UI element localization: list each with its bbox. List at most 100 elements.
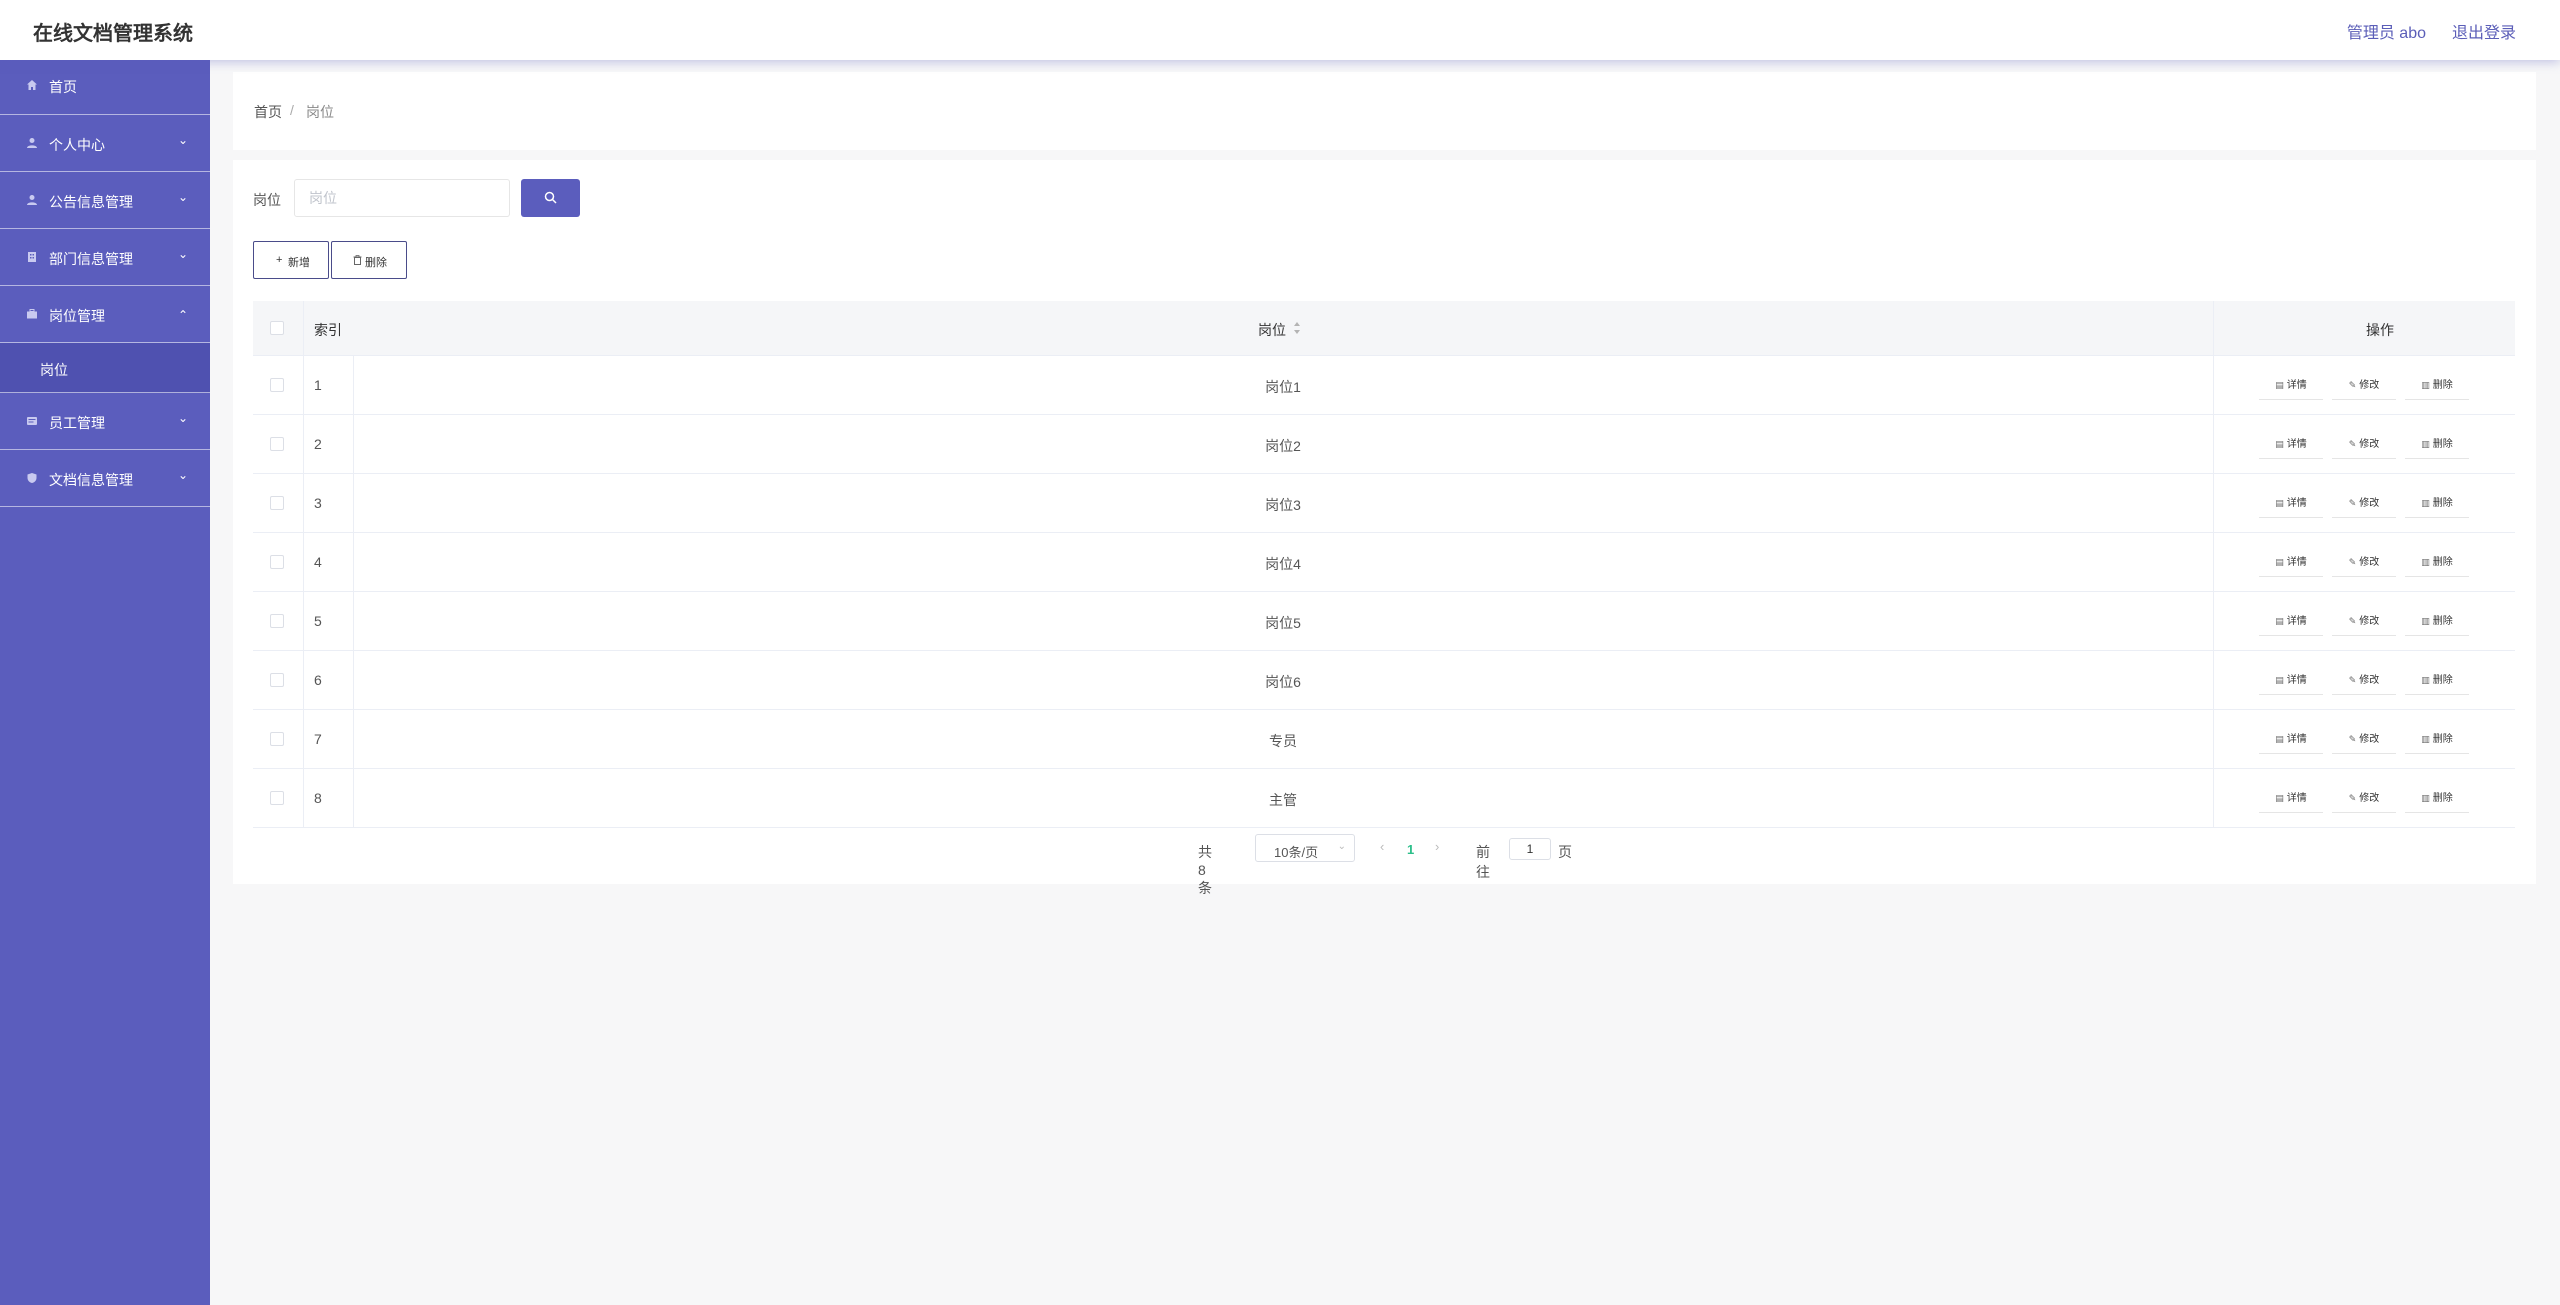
page-size-select[interactable]: 10条/页 ⌄	[1255, 834, 1355, 862]
cell-index: 2	[314, 436, 322, 452]
delete-button[interactable]: ▥ 删除	[2405, 725, 2469, 754]
edit-icon: ✎	[2348, 616, 2357, 626]
column-divider	[2213, 474, 2214, 532]
cell-position: 岗位4	[1265, 556, 1301, 572]
row-checkbox[interactable]	[270, 673, 284, 687]
add-button[interactable]: + 新增	[253, 241, 329, 279]
next-page-button[interactable]: ›	[1435, 839, 1439, 854]
detail-label: 详情	[2286, 675, 2307, 686]
table-row: 8 主管 ▤ 详情 ✎ 修改 ▥ 删除	[253, 769, 2515, 828]
select-all-checkbox[interactable]	[270, 321, 284, 335]
column-divider	[2213, 356, 2214, 414]
search-button[interactable]	[521, 179, 580, 217]
batch-delete-button[interactable]: 删除	[331, 241, 407, 279]
detail-button[interactable]: ▤ 详情	[2259, 666, 2323, 695]
detail-button[interactable]: ▤ 详情	[2259, 489, 2323, 518]
document-icon: ▤	[2275, 439, 2284, 449]
edit-button[interactable]: ✎ 修改	[2332, 371, 2396, 400]
detail-button[interactable]: ▤ 详情	[2259, 725, 2323, 754]
sidebar-item-home[interactable]: 首页	[0, 60, 210, 115]
detail-label: 详情	[2286, 616, 2307, 627]
edit-button[interactable]: ✎ 修改	[2332, 430, 2396, 459]
goto-label: 前往	[1476, 844, 1490, 880]
detail-label: 详情	[2286, 793, 2307, 804]
delete-label: 删除	[2432, 793, 2453, 804]
sort-icon[interactable]	[1292, 319, 1302, 337]
edit-label: 修改	[2359, 616, 2380, 627]
delete-button[interactable]: ▥ 删除	[2405, 430, 2469, 459]
delete-button[interactable]: ▥ 删除	[2405, 607, 2469, 636]
sidebar-item-notice[interactable]: 公告信息管理 ⌄	[0, 172, 210, 229]
column-divider	[2213, 592, 2214, 650]
edit-button[interactable]: ✎ 修改	[2332, 725, 2396, 754]
sidebar-item-department[interactable]: 部门信息管理 ⌄	[0, 229, 210, 286]
sidebar-item-document[interactable]: 文档信息管理 ⌄	[0, 450, 210, 507]
column-header-position[interactable]: 岗位	[1258, 320, 1286, 340]
document-icon: ▤	[2275, 380, 2284, 390]
edit-button[interactable]: ✎ 修改	[2332, 489, 2396, 518]
sidebar-item-employee[interactable]: 员工管理 ⌄	[0, 393, 210, 450]
document-icon: ▤	[2275, 557, 2284, 567]
detail-label: 详情	[2286, 439, 2307, 450]
detail-button[interactable]: ▤ 详情	[2259, 371, 2323, 400]
edit-button[interactable]: ✎ 修改	[2332, 548, 2396, 577]
edit-button[interactable]: ✎ 修改	[2332, 666, 2396, 695]
trash-icon: ▥	[2421, 557, 2430, 567]
detail-label: 详情	[2286, 380, 2307, 391]
position-table: 索引 岗位 操作 1 岗位1 ▤ 详情 ✎ 修改 ▥ 删除 2 岗位2 ▤ 详情 ✎ 修改 ▥ 删除 3 岗位3 ▤…	[253, 301, 2515, 828]
detail-button[interactable]: ▤ 详情	[2259, 430, 2323, 459]
sidebar-item-personal-center[interactable]: 个人中心 ⌄	[0, 115, 210, 172]
detail-button[interactable]: ▤ 详情	[2259, 548, 2323, 577]
delete-button[interactable]: ▥ 删除	[2405, 548, 2469, 577]
row-checkbox[interactable]	[270, 437, 284, 451]
page-number[interactable]: 1	[1407, 842, 1414, 857]
sidebar-subitem-position[interactable]: 岗位	[0, 343, 210, 393]
row-checkbox[interactable]	[270, 614, 284, 628]
column-divider	[303, 710, 304, 768]
breadcrumb-home[interactable]: 首页	[254, 102, 282, 122]
edit-icon: ✎	[2348, 439, 2357, 449]
column-divider	[2213, 415, 2214, 473]
row-checkbox[interactable]	[270, 791, 284, 805]
trash-icon: ▥	[2421, 616, 2430, 626]
edit-icon: ✎	[2348, 557, 2357, 567]
prev-page-button[interactable]: ‹	[1380, 839, 1384, 854]
row-checkbox[interactable]	[270, 378, 284, 392]
current-user: 管理员 abo	[2346, 25, 2426, 42]
delete-button[interactable]: ▥ 删除	[2405, 489, 2469, 518]
detail-label: 详情	[2286, 557, 2307, 568]
cell-index: 1	[314, 377, 322, 393]
edit-icon: ✎	[2348, 675, 2357, 685]
app-title: 在线文档管理系统	[33, 23, 193, 45]
row-checkbox[interactable]	[270, 496, 284, 510]
position-search-input[interactable]	[294, 179, 510, 217]
trash-icon	[353, 255, 362, 265]
table-row: 2 岗位2 ▤ 详情 ✎ 修改 ▥ 删除	[253, 415, 2515, 474]
user-icon	[27, 195, 37, 205]
id-card-icon	[27, 417, 37, 425]
delete-button[interactable]: ▥ 删除	[2405, 784, 2469, 813]
edit-button[interactable]: ✎ 修改	[2332, 784, 2396, 813]
delete-button[interactable]: ▥ 删除	[2405, 371, 2469, 400]
plus-icon: +	[276, 254, 283, 266]
row-checkbox[interactable]	[270, 555, 284, 569]
delete-label: 删除	[2432, 616, 2453, 627]
sidebar-item-position-management[interactable]: 岗位管理 ⌃	[0, 286, 210, 343]
chevron-down-icon: ⌄	[177, 133, 188, 147]
delete-button[interactable]: ▥ 删除	[2405, 666, 2469, 695]
column-divider	[303, 474, 304, 532]
edit-label: 修改	[2359, 498, 2380, 509]
row-checkbox[interactable]	[270, 732, 284, 746]
search-icon	[544, 191, 557, 204]
detail-label: 详情	[2286, 734, 2307, 745]
building-icon	[28, 252, 36, 262]
sidebar-item-label: 首页	[49, 79, 77, 95]
detail-button[interactable]: ▤ 详情	[2259, 607, 2323, 636]
column-header-operation: 操作	[2366, 322, 2394, 338]
logout-link[interactable]: 退出登录	[2452, 19, 2516, 43]
column-header-index: 索引	[314, 322, 342, 338]
briefcase-icon	[27, 309, 37, 319]
goto-page-input[interactable]	[1509, 838, 1551, 860]
detail-button[interactable]: ▤ 详情	[2259, 784, 2323, 813]
edit-button[interactable]: ✎ 修改	[2332, 607, 2396, 636]
